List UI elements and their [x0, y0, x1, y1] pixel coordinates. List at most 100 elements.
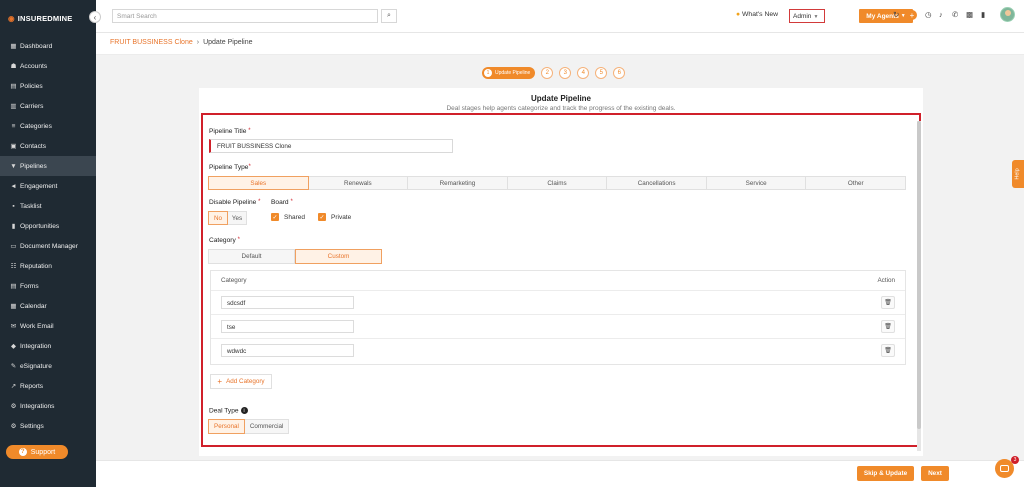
step-4[interactable]: 4 [577, 66, 590, 79]
category-input[interactable]: tse [221, 320, 354, 333]
sidebar-item-opportunities[interactable]: ▮ Opportunities [0, 216, 96, 236]
clock-icon[interactable]: ◷ [925, 10, 932, 19]
sidebar-item-carriers[interactable]: ▥ Carriers [0, 96, 96, 116]
breadcrumb-parent-link[interactable]: FRUIT BUSSINESS Clone [110, 39, 193, 46]
sidebar-item-contacts[interactable]: ▣ Contacts [0, 136, 96, 156]
pipeline-type-cancellations[interactable]: Cancellations [606, 176, 707, 190]
sidebar-item-accounts[interactable]: ☗ Accounts [0, 56, 96, 76]
category-default-option[interactable]: Default [208, 249, 295, 264]
sidebar-item-engagement[interactable]: ◄ Engagement [0, 176, 96, 196]
step-5[interactable]: 5 [595, 66, 608, 79]
pipeline-type-other[interactable]: Other [805, 176, 907, 190]
help-tab[interactable]: Help [1012, 160, 1024, 188]
chip-icon[interactable]: ▩ [966, 10, 973, 19]
disable-yes-option[interactable]: Yes [227, 211, 247, 225]
trash-icon[interactable]: 🗑 [881, 320, 895, 333]
sidebar-item-policies[interactable]: ▤ Policies [0, 76, 96, 96]
info-icon[interactable]: i [240, 407, 248, 414]
pipeline-type-claims[interactable]: Claims [506, 176, 608, 190]
sidebar-item-integrations[interactable]: ⚙ Integrations [0, 396, 96, 416]
sidebar-item-tasklist[interactable]: ▪ Tasklist [0, 196, 96, 216]
contacts-icon: ▣ [10, 143, 17, 150]
whats-new-link[interactable]: ● What's New [736, 11, 778, 18]
logo[interactable]: ◉ INSUREDMINE [0, 0, 96, 36]
skip-update-button[interactable]: Skip & Update [857, 466, 914, 481]
sidebar-item-reputation[interactable]: ☷ Reputation [0, 256, 96, 276]
settings-icon: ⚙ [10, 423, 17, 430]
pipelines-icon: ▼ [10, 162, 17, 170]
support-button[interactable]: ? Support [6, 445, 68, 459]
sidebar-item-dashboard[interactable]: ▦ Dashboard [0, 36, 96, 56]
category-custom-option[interactable]: Custom [295, 249, 382, 264]
search-icon[interactable]: ⌕ [381, 9, 397, 23]
board-shared-checkbox[interactable]: ✓ Shared [271, 213, 305, 221]
breadcrumb-separator-icon: › [196, 39, 200, 46]
avatar[interactable] [1000, 7, 1015, 22]
sidebar-item-work-email[interactable]: ✉ Work Email [0, 316, 96, 336]
sidebar-item-label: Calendar [20, 302, 47, 310]
check-icon: ✓ [318, 213, 326, 221]
sidebar-item-reports[interactable]: ↗ Reports [0, 376, 96, 396]
sidebar-item-document-manager[interactable]: ▭ Document Manager [0, 236, 96, 256]
scrollbar-thumb[interactable] [917, 121, 921, 429]
disable-no-option[interactable]: No [208, 211, 228, 225]
sidebar-item-forms[interactable]: ▤ Forms [0, 276, 96, 296]
board-private-checkbox[interactable]: ✓ Private [318, 213, 351, 221]
sidebar-item-pipelines[interactable]: ▼ Pipelines [0, 156, 96, 176]
admin-select[interactable]: Admin ▼ [789, 9, 825, 23]
disable-pipeline-label: Disable Pipeline * [209, 199, 261, 206]
sidebar-item-label: Policies [20, 82, 43, 90]
step-2[interactable]: 2 [541, 66, 554, 79]
check-icon: ✓ [271, 213, 279, 221]
pipeline-title-input[interactable]: FRUIT BUSSINESS Clone [209, 139, 453, 153]
chevron-down-icon: ▼ [813, 14, 819, 20]
document-icon: ▭ [10, 243, 17, 250]
pipeline-type-service[interactable]: Service [705, 176, 807, 190]
sidebar-item-esignature[interactable]: ✎ eSignature [0, 356, 96, 376]
deal-type-personal[interactable]: Personal [208, 419, 245, 434]
refresh-icon[interactable]: ↻ [893, 10, 899, 19]
plus-icon: + [217, 377, 223, 386]
sidebar-item-label: Document Manager [20, 242, 78, 250]
step-3[interactable]: 3 [559, 66, 572, 79]
sidebar-item-categories[interactable]: ≡ Categories [0, 116, 96, 136]
search-input[interactable]: Smart Search [112, 9, 378, 23]
plus-icon[interactable]: + [907, 10, 917, 20]
pipeline-type-sales[interactable]: Sales [208, 176, 309, 190]
category-label: Category * [209, 237, 240, 244]
table-row: wdwdc 🗑 [211, 339, 905, 363]
category-input[interactable]: wdwdc [221, 344, 354, 357]
bell-icon[interactable]: ♪ [939, 10, 943, 19]
brand-name: INSUREDMINE [17, 13, 73, 23]
category-input[interactable]: sdcsdf [221, 296, 354, 309]
categories-icon: ≡ [11, 122, 16, 130]
chevron-down-icon: ▼ [900, 13, 906, 19]
trash-icon[interactable]: 🗑 [881, 296, 895, 309]
chat-badge: 3 [1011, 456, 1019, 464]
sidebar-item-integration[interactable]: ◆ Integration [0, 336, 96, 356]
pipeline-type-selector: Sales Renewals Remarketing Claims Cancel… [208, 176, 907, 190]
add-category-button[interactable]: + Add Category [210, 374, 272, 389]
table-header: Category Action [211, 271, 905, 291]
sidebar-item-settings[interactable]: ⚙ Settings [0, 416, 96, 436]
step-update-pipeline[interactable]: 1 Update Pipeline [482, 66, 536, 79]
table-row: sdcsdf 🗑 [211, 291, 905, 315]
deal-type-commercial[interactable]: Commercial [243, 419, 290, 434]
pipeline-type-renewals[interactable]: Renewals [307, 176, 409, 190]
phone-icon[interactable]: ✆ [952, 10, 958, 19]
trash-icon[interactable]: 🗑 [881, 344, 895, 357]
sidebar-item-label: Contacts [20, 142, 47, 150]
category-table: Category Action sdcsdf 🗑 tse 🗑 wdwdc 🗑 [210, 270, 906, 365]
scrollbar[interactable] [917, 121, 921, 451]
pipeline-type-remarketing[interactable]: Remarketing [407, 176, 508, 190]
table-row: tse 🗑 [211, 315, 905, 339]
sidebar-item-calendar[interactable]: ▦ Calendar [0, 296, 96, 316]
breadcrumb: FRUIT BUSSINESS Clone › Update Pipeline [96, 33, 1024, 55]
bulb-icon: ● [736, 11, 741, 18]
sidebar-item-label: Accounts [20, 62, 48, 70]
step-6[interactable]: 6 [613, 66, 626, 79]
next-button[interactable]: Next [921, 466, 949, 481]
calculator-icon[interactable]: ▮ [981, 10, 985, 19]
collapse-sidebar-button[interactable]: ‹ [89, 11, 101, 23]
my-agents-button[interactable]: My Agents ▼ [859, 9, 913, 23]
